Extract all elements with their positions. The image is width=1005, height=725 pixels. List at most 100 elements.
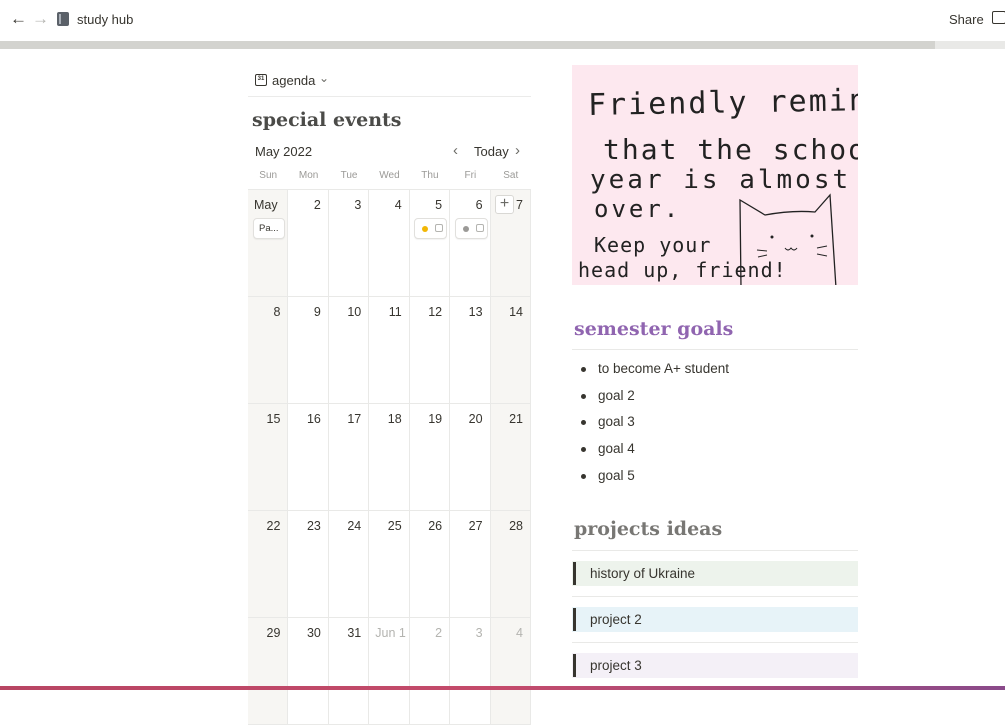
- day-number: 31: [347, 626, 362, 640]
- top-bar: ← → study hub Share: [0, 0, 1005, 40]
- view-label: agenda: [272, 73, 316, 88]
- day-number: 20: [468, 412, 483, 426]
- goal-item[interactable]: goal 2: [578, 387, 729, 414]
- page-title[interactable]: study hub: [77, 12, 133, 27]
- calendar-day-cell[interactable]: 8: [248, 297, 289, 404]
- calendar-day-cell[interactable]: 20: [450, 404, 491, 511]
- notebook-icon: [57, 12, 69, 26]
- goal-item[interactable]: goal 3: [578, 413, 729, 440]
- calendar-day-cell[interactable]: 3: [450, 618, 491, 725]
- calendar-day-cell[interactable]: 3: [328, 190, 370, 297]
- weekday-label: Sat: [503, 170, 519, 181]
- project-callout[interactable]: project 2: [572, 607, 858, 632]
- event-card[interactable]: [455, 218, 488, 239]
- day-number: 26: [428, 519, 443, 533]
- divider: [572, 550, 858, 551]
- calendar-day-cell[interactable]: 12: [409, 297, 451, 404]
- event-card[interactable]: Pa...: [253, 218, 285, 239]
- calendar-day-cell[interactable]: 16: [288, 404, 329, 511]
- divider: [572, 596, 858, 597]
- calendar-day-cell[interactable]: 27: [450, 511, 491, 618]
- day-number: 4: [394, 198, 402, 212]
- event-card[interactable]: [414, 218, 447, 239]
- calendar-day-cell[interactable]: 9: [288, 297, 329, 404]
- calendar-day-cell[interactable]: 30: [288, 618, 329, 725]
- calendar-day-cell[interactable]: 2: [288, 190, 329, 297]
- arrow-right-icon[interactable]: →: [32, 10, 49, 28]
- project-callout[interactable]: project 3: [572, 653, 858, 678]
- chevron-down-icon[interactable]: ⌄: [319, 71, 329, 85]
- calendar-day-cell[interactable]: 11: [369, 297, 410, 404]
- calendar-day-cell[interactable]: 25: [369, 511, 410, 618]
- chevron-right-icon[interactable]: ›: [515, 142, 520, 159]
- calendar-day-cell[interactable]: 15: [248, 404, 289, 511]
- project-callout[interactable]: history of Ukraine: [572, 561, 858, 586]
- share-button[interactable]: Share: [949, 12, 984, 27]
- calendar-day-cell[interactable]: 26: [409, 511, 451, 618]
- event-color-icon: [463, 226, 469, 232]
- weekday-header: Sun Mon Tue Wed Thu Fri Sat: [248, 170, 531, 186]
- day-number: 19: [428, 412, 443, 426]
- calendar-day-cell[interactable]: 19: [409, 404, 451, 511]
- day-number: 8: [273, 305, 281, 319]
- day-number: 27: [468, 519, 483, 533]
- calendar-day-cell[interactable]: 21: [490, 404, 531, 511]
- day-number: 24: [347, 519, 362, 533]
- calendar-day-cell[interactable]: 10: [328, 297, 370, 404]
- day-number: Jun 1: [375, 626, 406, 640]
- project-label: history of Ukraine: [590, 566, 696, 581]
- divider: [572, 642, 858, 643]
- calendar-day-cell[interactable]: 29: [248, 618, 289, 725]
- weekday-label: Mon: [298, 170, 319, 181]
- calendar-day-cell[interactable]: 6: [450, 190, 491, 297]
- calendar-day-cell[interactable]: 14: [490, 297, 531, 404]
- add-event-button[interactable]: +: [495, 195, 514, 214]
- calendar-day-cell[interactable]: 28: [490, 511, 531, 618]
- arrow-left-icon[interactable]: ←: [10, 10, 27, 28]
- calendar-day-cell[interactable]: 4: [490, 618, 531, 725]
- weekday-label: Sun: [259, 170, 278, 181]
- calendar-day-cell[interactable]: 2: [409, 618, 451, 725]
- calendar-day-cell[interactable]: May: [248, 190, 289, 297]
- goals-title: semester goals: [574, 318, 734, 340]
- day-number: 12: [428, 305, 443, 319]
- comment-icon[interactable]: [992, 11, 1005, 24]
- weekday-label: Tue: [340, 170, 358, 181]
- calendar-icon: 31: [255, 74, 267, 86]
- today-button[interactable]: Today: [474, 144, 509, 159]
- month-label: May 2022: [255, 144, 313, 159]
- calendar-day-cell[interactable]: 18: [369, 404, 410, 511]
- day-number: 18: [387, 412, 402, 426]
- calendar-day-cell[interactable]: Jun 1: [369, 618, 410, 725]
- friendly-reminder-image: Friendly reminder that the school year i…: [572, 65, 858, 285]
- scroll-progress-bar: [0, 41, 1005, 49]
- goal-item[interactable]: to become A+ student: [578, 360, 729, 387]
- calendar-day-cell[interactable]: 24: [328, 511, 370, 618]
- calendar-day-cell[interactable]: 17: [328, 404, 370, 511]
- day-number: 21: [509, 412, 523, 426]
- comment-icon: [476, 224, 484, 232]
- goals-list: to become A+ student goal 2 goal 3 goal 4 go…: [578, 360, 729, 493]
- goal-item[interactable]: goal 4: [578, 440, 729, 467]
- day-number: 3: [354, 198, 362, 212]
- calendar-day-cell[interactable]: 23: [288, 511, 329, 618]
- quote-bar: [573, 654, 576, 677]
- day-number: 2: [313, 198, 321, 212]
- day-number: 13: [468, 305, 483, 319]
- reminder-line: over.: [594, 195, 682, 223]
- bottom-edge: [0, 686, 1005, 690]
- calendar-day-cell[interactable]: 5: [409, 190, 451, 297]
- cat-drawing-icon: [739, 193, 837, 285]
- reminder-line: Keep your: [594, 233, 712, 257]
- day-number: 2: [435, 626, 443, 640]
- calendar-day-cell[interactable]: 13: [450, 297, 491, 404]
- day-number: 4: [516, 626, 523, 640]
- day-number: 15: [266, 412, 281, 426]
- day-number: 11: [388, 305, 402, 319]
- calendar-day-cell[interactable]: 22: [248, 511, 289, 618]
- chevron-left-icon[interactable]: ‹: [453, 142, 458, 159]
- goal-item[interactable]: goal 5: [578, 467, 729, 494]
- calendar-day-cell[interactable]: 31: [328, 618, 370, 725]
- reminder-line: Friendly reminder: [587, 82, 858, 123]
- calendar-day-cell[interactable]: 4: [369, 190, 410, 297]
